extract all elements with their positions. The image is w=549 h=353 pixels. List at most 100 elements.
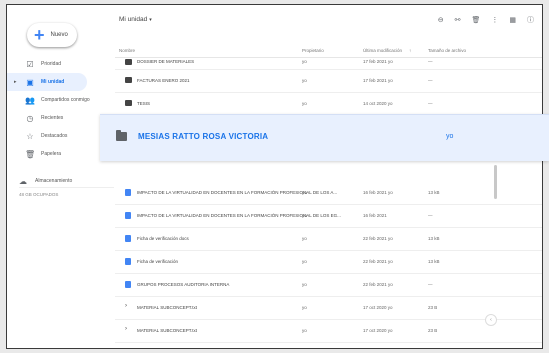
chevron-down-icon: ▾ bbox=[149, 17, 152, 23]
new-button[interactable]: + Nuevo bbox=[27, 23, 77, 47]
sidebar-item-label: Mi unidad bbox=[41, 79, 65, 85]
file-size: — bbox=[428, 282, 433, 287]
plus-icon: + bbox=[34, 25, 45, 45]
file-name: FACTURAS ENERO 2021 bbox=[137, 78, 190, 83]
clock-icon: ◷ bbox=[26, 113, 34, 123]
shortcut-icon: › bbox=[125, 326, 127, 332]
sort-arrow-icon[interactable]: ↑ bbox=[409, 48, 411, 53]
column-owner[interactable]: Propietario bbox=[302, 48, 324, 53]
folder-icon bbox=[125, 100, 132, 106]
sidebar: + Nuevo ☑ Prioridad ▸ ▣ Mi unidad 👥 Comp… bbox=[7, 5, 115, 348]
folder-icon bbox=[125, 77, 132, 83]
doc-icon bbox=[125, 281, 131, 288]
file-owner: yo bbox=[302, 213, 307, 218]
sidebar-item-label: Compartidos conmigo bbox=[41, 97, 90, 103]
table-row[interactable]: Ficha de verificación yo 22 feb 2021 yo … bbox=[115, 251, 542, 274]
dragged-folder-name: MESIAS RATTO ROSA VICTORIA bbox=[138, 132, 269, 141]
table-row[interactable]: IMPACTO DE LA VIRTUALIDAD EN DOCENTES EN… bbox=[115, 182, 542, 205]
sidebar-item-papelera[interactable]: 🗑 Papelera bbox=[7, 145, 115, 163]
table-row[interactable]: Ficha de verificación docs yo 22 feb 202… bbox=[115, 228, 542, 251]
file-owner: yo bbox=[302, 78, 307, 83]
file-name: Ficha de verificación bbox=[137, 259, 179, 264]
breadcrumb-label: Mi unidad bbox=[119, 16, 148, 23]
file-modified: 17 oct 2020 yo bbox=[363, 328, 393, 333]
doc-icon bbox=[125, 235, 131, 242]
file-owner: yo bbox=[302, 259, 307, 264]
drive-icon: ▣ bbox=[26, 77, 34, 87]
file-name: DOSSIER DE MATERIALES bbox=[137, 59, 195, 64]
caret-right-icon[interactable]: ▸ bbox=[14, 79, 17, 85]
sidebar-item-compartidos[interactable]: 👥 Compartidos conmigo bbox=[7, 91, 115, 109]
file-modified: 22 feb 2021 yo bbox=[363, 282, 393, 287]
file-owner: yo bbox=[302, 190, 307, 195]
trash-icon: 🗑 bbox=[25, 149, 36, 159]
file-modified: 22 feb 2021 yo bbox=[363, 236, 393, 241]
folder-icon bbox=[116, 130, 127, 141]
file-name: GRUPOS PROCESOS AUDITORIA INTERNA bbox=[137, 282, 230, 287]
dragged-folder-owner: yo bbox=[446, 133, 454, 140]
file-owner: yo bbox=[302, 59, 307, 64]
shortcut-icon: › bbox=[125, 303, 127, 309]
sidebar-item-destacados[interactable]: ☆ Destacados bbox=[7, 127, 115, 145]
file-modified: 14 oct 2020 yo bbox=[363, 101, 393, 106]
link-icon[interactable]: ⊖ bbox=[438, 16, 444, 24]
sidebar-item-label: Destacados bbox=[41, 133, 68, 139]
sidebar-item-mi-unidad[interactable]: ▸ ▣ Mi unidad bbox=[7, 73, 87, 91]
file-owner: yo bbox=[302, 282, 307, 287]
cloud-icon: ☁ bbox=[19, 176, 27, 186]
sidebar-item-label: Papelera bbox=[41, 151, 62, 157]
file-owner: yo bbox=[302, 236, 307, 241]
file-owner: yo bbox=[302, 305, 307, 310]
file-size: 23 B bbox=[428, 328, 438, 333]
file-modified: 17 feb 2021 yo bbox=[363, 59, 393, 64]
dragged-folder-row[interactable]: MESIAS RATTO ROSA VICTORIA yo bbox=[100, 114, 549, 161]
file-name: TESIS bbox=[137, 101, 151, 106]
table-row[interactable]: FACTURAS ENERO 2021 yo 17 feb 2021 yo — bbox=[115, 70, 542, 93]
file-size: 13 kB bbox=[428, 190, 440, 195]
people-icon: 👥 bbox=[25, 95, 35, 105]
column-modified[interactable]: Última modificación bbox=[363, 48, 402, 53]
folder-icon bbox=[125, 59, 132, 65]
table-row[interactable]: › MATERIAL SUBCONCEPT.txt yo 17 oct 2020… bbox=[115, 320, 542, 343]
file-modified: 16 feb 2021 bbox=[363, 213, 387, 218]
file-size: — bbox=[428, 213, 433, 218]
toolbar-icons: ⊖ ⚯ 🗑 ⋮ ▦ ⓘ bbox=[438, 15, 534, 25]
column-name[interactable]: Nombre bbox=[119, 48, 135, 53]
file-size: 23 B bbox=[428, 305, 438, 310]
file-size: — bbox=[428, 59, 433, 64]
table-row[interactable]: TESIS yo 14 oct 2020 yo — bbox=[115, 93, 542, 116]
file-name: MATERIAL SUBCONCEPT.txt bbox=[137, 328, 198, 333]
column-size[interactable]: Tamaño de archivo bbox=[428, 48, 466, 53]
file-modified: 17 feb 2021 yo bbox=[363, 78, 393, 83]
breadcrumb[interactable]: Mi unidad ▾ bbox=[119, 16, 152, 23]
file-size: — bbox=[428, 78, 433, 83]
grid-view-icon[interactable]: ▦ bbox=[509, 16, 516, 24]
more-vert-icon[interactable]: ⋮ bbox=[491, 16, 498, 24]
storage-label: Almacenamiento bbox=[35, 178, 73, 184]
storage-link[interactable]: ☁ Almacenamiento bbox=[19, 175, 114, 188]
file-modified: 16 feb 2021 yo bbox=[363, 190, 393, 195]
sidebar-nav: ☑ Prioridad ▸ ▣ Mi unidad 👥 Compartidos … bbox=[7, 55, 115, 163]
file-modified: 22 feb 2021 yo bbox=[363, 259, 393, 264]
table-row[interactable]: DOSSIER DE MATERIALES yo 17 feb 2021 yo … bbox=[115, 57, 542, 70]
table-row[interactable]: › MATERIAL SUBCONCEPT.txt yo 17 oct 2020… bbox=[115, 297, 542, 320]
file-owner: yo bbox=[302, 101, 307, 106]
delete-icon[interactable]: 🗑 bbox=[471, 16, 480, 24]
sidebar-item-label: Recientes bbox=[41, 115, 64, 121]
info-icon[interactable]: ⓘ bbox=[527, 15, 534, 25]
drive-window: + Nuevo ☑ Prioridad ▸ ▣ Mi unidad 👥 Comp… bbox=[6, 4, 543, 349]
sidebar-item-recientes[interactable]: ◷ Recientes bbox=[7, 109, 115, 127]
scrollbar[interactable] bbox=[494, 165, 497, 199]
main-area: Mi unidad ▾ ⊖ ⚯ 🗑 ⋮ ▦ ⓘ Nombre Propietari… bbox=[115, 5, 542, 348]
sidebar-item-prioridad[interactable]: ☑ Prioridad bbox=[7, 55, 115, 73]
file-list: DOSSIER DE MATERIALES yo 17 feb 2021 yo … bbox=[115, 57, 542, 343]
share-icon[interactable]: ⚯ bbox=[455, 16, 461, 24]
doc-icon bbox=[125, 258, 131, 265]
table-row[interactable]: IMPACTO DE LA VIRTUALIDAD EN DOCENTES EN… bbox=[115, 205, 542, 228]
storage-section: ☁ Almacenamiento 48 GB OCUPADOS bbox=[19, 175, 114, 197]
file-size: 13 kB bbox=[428, 236, 440, 241]
table-row[interactable]: GRUPOS PROCESOS AUDITORIA INTERNA yo 22 … bbox=[115, 274, 542, 297]
file-size: 13 kB bbox=[428, 259, 440, 264]
file-name: IMPACTO DE LA VIRTUALIDAD EN DOCENTES EN… bbox=[137, 190, 338, 195]
chevron-left-icon[interactable]: ‹ bbox=[485, 314, 497, 326]
